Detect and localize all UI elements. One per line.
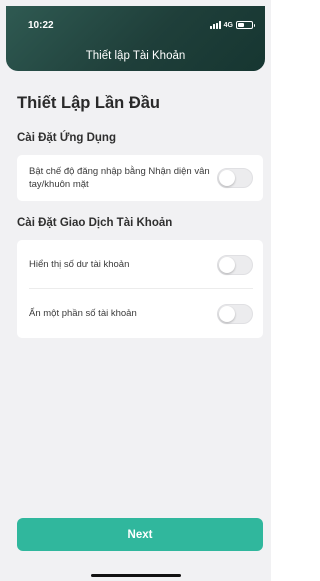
mask-account-number-toggle[interactable] [217, 303, 253, 324]
setting-row-biometric-login: Bật chế độ đăng nhập bằng Nhận diện vân … [17, 155, 263, 201]
section-title-app-settings: Cài Đặt Ứng Dụng [17, 132, 116, 144]
setting-label-mask-account-number: Ẩn một phần số tài khoản [29, 308, 137, 319]
show-balance-toggle[interactable] [217, 254, 253, 275]
app-screen: 10:22 4G Thiết lập Tài Khoản Thiết Lập L… [0, 0, 271, 581]
header-title: Thiết lập Tài Khoản [85, 50, 186, 62]
section-title-account-settings: Cài Đặt Giao Dịch Tài Khoản [17, 217, 173, 229]
toggle-knob [219, 256, 235, 273]
app-header: 10:22 4G Thiết lập Tài Khoản [6, 6, 265, 71]
toggle-knob [219, 305, 235, 322]
battery-icon [236, 21, 255, 29]
next-button[interactable]: Next [17, 518, 263, 551]
home-indicator [91, 574, 181, 577]
page-title: Thiết Lập Lần Đầu [17, 94, 161, 112]
setting-row-show-balance: Hiển thị số dư tài khoản [17, 240, 263, 289]
signal-icon [209, 21, 221, 29]
biometric-login-toggle[interactable] [217, 168, 253, 188]
status-time: 10:22 [28, 20, 54, 31]
account-settings-card: Hiển thị số dư tài khoản Ẩn một phần số … [17, 240, 263, 338]
setting-label-biometric-login: Bật chế độ đăng nhập bằng Nhận diện vân … [29, 166, 210, 190]
toggle-knob [219, 170, 235, 186]
app-settings-card: Bật chế độ đăng nhập bằng Nhận diện vân … [17, 155, 263, 201]
setting-label-show-balance: Hiển thị số dư tài khoản [29, 259, 130, 270]
setting-row-mask-account-number: Ẩn một phần số tài khoản [17, 289, 263, 338]
status-icons: 4G [209, 20, 255, 30]
network-label: 4G [223, 21, 233, 29]
